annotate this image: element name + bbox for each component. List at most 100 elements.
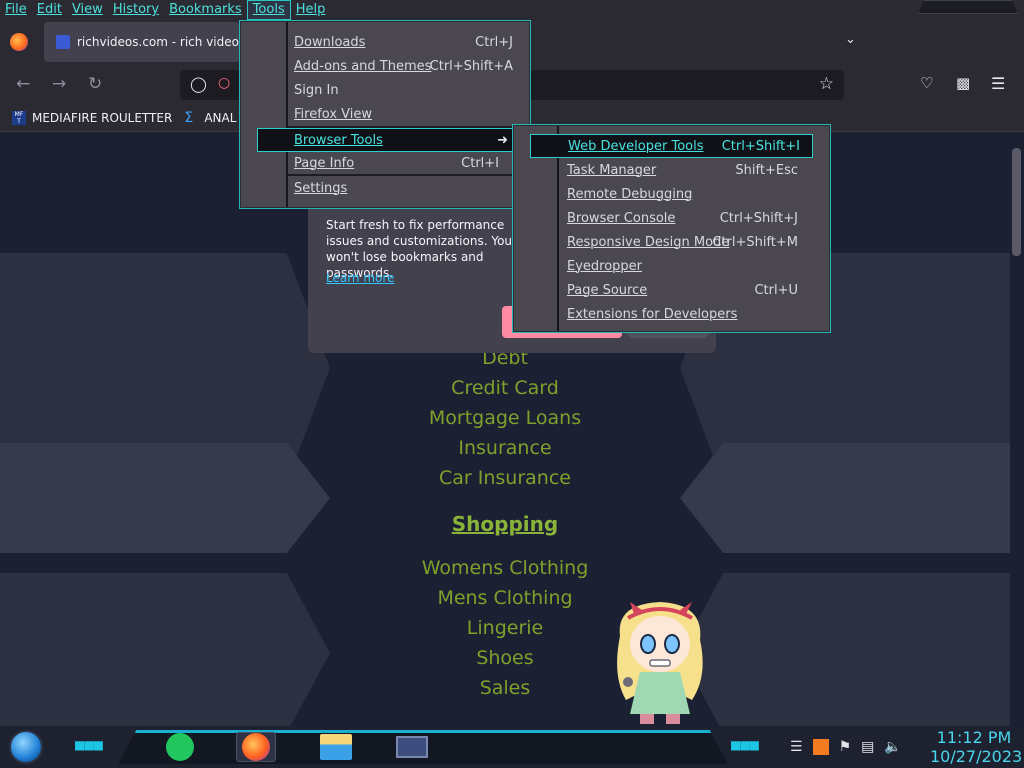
desktop-mascot-image[interactable] [606, 596, 714, 726]
menu-item-label: Page Info [294, 155, 355, 171]
menu-item-label: Extensions for Developers [567, 306, 738, 322]
app-icon-firefox[interactable] [236, 732, 276, 762]
menu-item-label: Page Source [567, 282, 648, 298]
menu-item-web-developer-tools[interactable]: Web Developer Tools Ctrl+Shift+I [530, 134, 813, 158]
menu-item-addons[interactable]: Add-ons and Themes Ctrl+Shift+A [241, 54, 529, 78]
menu-help[interactable]: Help [291, 0, 331, 20]
heading-shopping[interactable]: Shopping [380, 512, 630, 536]
link-car-insurance[interactable]: Car Insurance [380, 467, 630, 489]
menu-edit[interactable]: Edit [32, 0, 67, 20]
background-panel [680, 443, 1010, 553]
taskbar-decoration: ■■■ [730, 738, 760, 752]
menu-item-label: Sign In [294, 82, 339, 98]
app-icon-file-explorer[interactable] [316, 732, 356, 762]
menu-item-firefox-view[interactable]: Firefox View [241, 102, 529, 126]
system-tray: ☰ ⚑ ▤ 🔈 [790, 736, 902, 758]
taskbar: ■■■ ■■■ ☰ ⚑ ▤ 🔈 11:12 PM 10/27/2023 [0, 726, 1024, 768]
bookmark-favicon-icon: MF T [12, 110, 26, 125]
menu-item-sign-in[interactable]: Sign In [241, 78, 529, 102]
bookmark-favicon-icon: Σ [184, 109, 194, 126]
scrollbar-thumb[interactable] [1012, 148, 1021, 256]
link-mens-clothing[interactable]: Mens Clothing [380, 587, 630, 609]
submenu-arrow-icon: ➜ [497, 132, 508, 148]
tab-favicon-icon [56, 35, 70, 49]
forward-icon[interactable]: → [52, 74, 66, 94]
hamburger-menu-icon[interactable]: ☰ [991, 74, 1005, 93]
menu-item-label: Browser Console [567, 210, 676, 226]
menu-item-settings[interactable]: Settings [241, 176, 529, 200]
link-womens-clothing[interactable]: Womens Clothing [380, 557, 630, 579]
menu-item-responsive-design-mode[interactable]: Responsive Design Mode Ctrl+Shift+M [514, 230, 829, 254]
clock[interactable]: 11:12 PM 10/27/2023 [930, 728, 1023, 766]
start-button[interactable] [9, 730, 43, 764]
extensions-icon[interactable]: ▩ [956, 74, 970, 92]
volume-icon[interactable]: 🔈 [884, 739, 901, 755]
menu-item-label: Add-ons and Themes [294, 58, 432, 74]
tab-active[interactable]: richvideos.com - rich videos R [44, 22, 240, 62]
menu-item-shortcut: Ctrl+J [475, 34, 513, 50]
background-panel [680, 573, 1010, 726]
network-icon[interactable]: ▤ [861, 739, 874, 755]
app-icon-notes[interactable] [160, 732, 200, 762]
menu-item-page-source[interactable]: Page Source Ctrl+U [514, 278, 829, 302]
menu-item-shortcut: Ctrl+Shift+I [721, 138, 800, 154]
menu-bookmarks[interactable]: Bookmarks [164, 0, 247, 20]
menu-file[interactable]: File [0, 0, 32, 20]
taskbar-decoration: ■■■ [74, 738, 104, 752]
menu-item-extensions-for-developers[interactable]: Extensions for Developers [514, 302, 829, 326]
back-icon[interactable]: ← [16, 74, 30, 94]
link-sales[interactable]: Sales [380, 677, 630, 699]
learn-more-link[interactable]: Learn more [326, 271, 394, 285]
menu-item-page-info[interactable]: Page Info Ctrl+I [241, 151, 529, 175]
link-insurance[interactable]: Insurance [380, 437, 630, 459]
window-controls[interactable] [918, 0, 1018, 14]
clock-date: 10/27/2023 [930, 747, 1023, 766]
bookmark-label: MEDIAFIRE ROULETTER [32, 110, 173, 125]
menu-item-label: Browser Tools [294, 132, 383, 148]
background-panel [0, 443, 330, 553]
menu-item-remote-debugging[interactable]: Remote Debugging [514, 182, 829, 206]
shield-icon[interactable]: ◯ [190, 75, 207, 93]
link-lingerie[interactable]: Lingerie [380, 617, 630, 639]
firefox-view-icon[interactable] [10, 33, 28, 51]
star-icon[interactable]: ☆ [819, 74, 834, 94]
flag-icon[interactable]: ⚑ [839, 739, 852, 755]
chevron-down-icon[interactable]: ⌄ [845, 32, 856, 47]
menu-item-shortcut: Ctrl+U [754, 282, 798, 298]
bookmark-item[interactable]: MF T MEDIAFIRE ROULETTER [12, 110, 173, 125]
menu-item-label: Web Developer Tools [568, 138, 704, 154]
menu-item-label: Settings [294, 180, 348, 196]
background-panel [0, 573, 330, 726]
menu-item-label: Downloads [294, 34, 366, 50]
menu-item-label: Eyedropper [567, 258, 643, 274]
link-credit-card[interactable]: Credit Card [380, 377, 630, 399]
menu-item-label: Task Manager [567, 162, 657, 178]
menu-history[interactable]: History [108, 0, 164, 20]
tray-app-icon[interactable] [812, 739, 829, 755]
menu-view[interactable]: View [67, 0, 108, 20]
link-mortgage-loans[interactable]: Mortgage Loans [380, 407, 630, 429]
menu-item-downloads[interactable]: Downloads Ctrl+J [241, 30, 529, 54]
menu-item-label: Remote Debugging [567, 186, 693, 202]
browser-tools-menu: Web Developer Tools Ctrl+Shift+I Task Ma… [513, 125, 830, 332]
tray-expand-icon[interactable]: ☰ [790, 739, 803, 755]
menu-bar: File Edit View History Bookmarks Tools H… [0, 0, 1024, 20]
pocket-icon[interactable]: ♡ [920, 74, 933, 92]
menu-item-task-manager[interactable]: Task Manager Shift+Esc [514, 158, 829, 182]
menu-item-shortcut: Ctrl+Shift+A [429, 58, 513, 74]
menu-tools[interactable]: Tools [246, 0, 291, 20]
menu-item-label: Responsive Design Mode [567, 234, 730, 250]
lock-icon[interactable]: ○ [218, 75, 230, 91]
menu-item-shortcut: Ctrl+I [461, 155, 499, 171]
menu-item-label: Firefox View [294, 106, 373, 122]
clock-time: 11:12 PM [936, 728, 1012, 747]
tools-menu: Downloads Ctrl+J Add-ons and Themes Ctrl… [240, 21, 530, 208]
menu-item-eyedropper[interactable]: Eyedropper [514, 254, 829, 278]
reload-icon[interactable]: ↻ [88, 74, 102, 94]
menu-item-shortcut: Ctrl+Shift+J [719, 210, 798, 226]
link-shoes[interactable]: Shoes [380, 647, 630, 669]
menu-item-browser-console[interactable]: Browser Console Ctrl+Shift+J [514, 206, 829, 230]
menu-item-shortcut: Ctrl+Shift+M [712, 234, 798, 250]
menu-item-browser-tools[interactable]: Browser Tools ➜ [257, 128, 513, 152]
app-icon-window[interactable] [392, 732, 432, 762]
